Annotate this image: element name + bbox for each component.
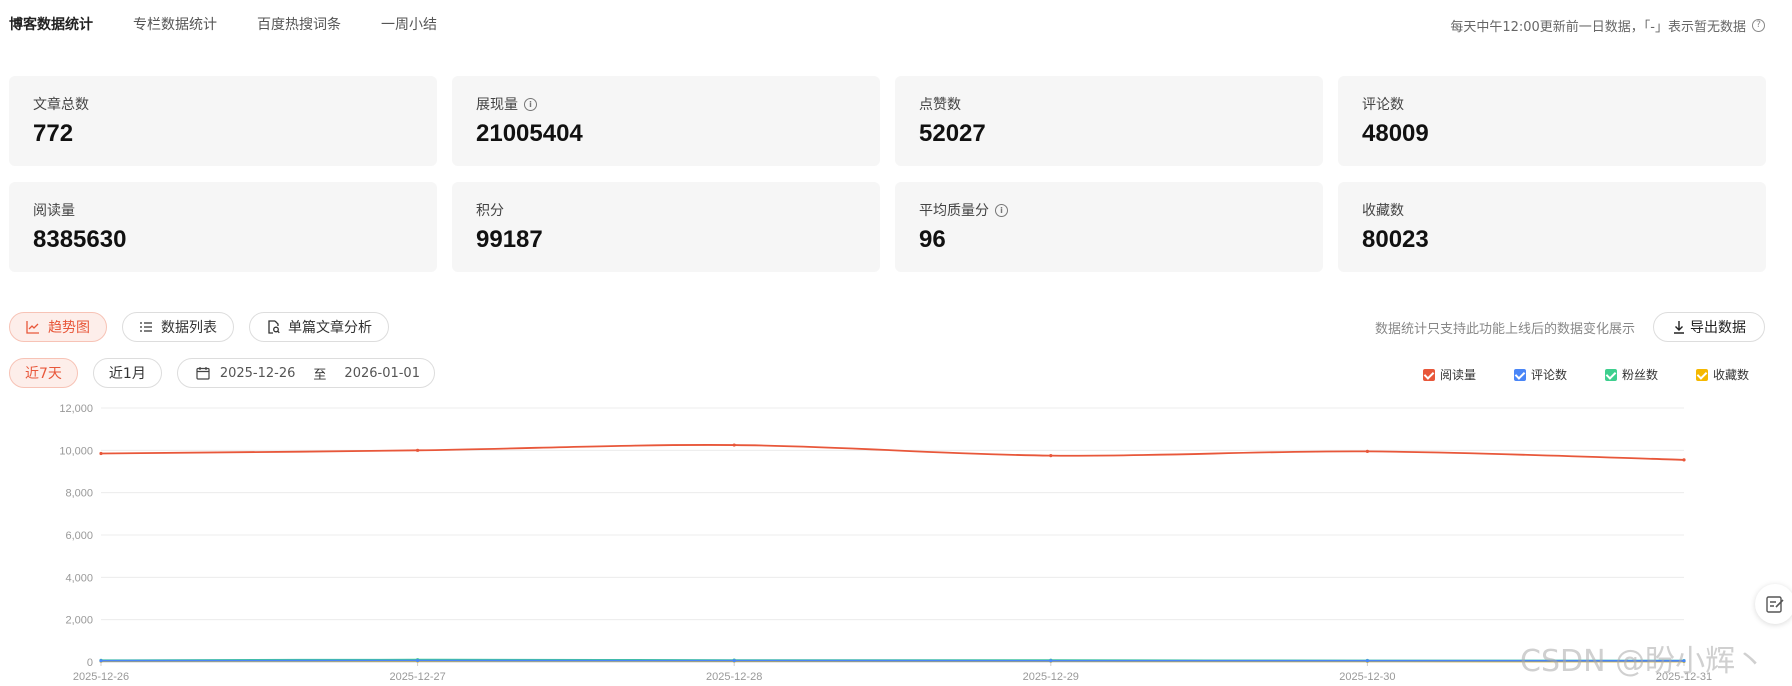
stat-label: 积分 xyxy=(476,203,504,219)
legend-item-favorites[interactable]: 收藏数 xyxy=(1695,366,1749,383)
x-tick-label: 2025-12-26 xyxy=(73,671,129,683)
stat-label: 文章总数 xyxy=(33,97,89,113)
notice-text: 每天中午12:00更新前一日数据，「-」表示暂无数据 xyxy=(1450,20,1746,35)
stat-label: 收藏数 xyxy=(1362,203,1404,219)
x-tick-label: 2025-12-27 xyxy=(389,671,445,683)
stat-card-favorites: 收藏数 80023 xyxy=(1338,182,1766,272)
stat-label: 点赞数 xyxy=(919,97,961,113)
legend-label: 评论数 xyxy=(1530,368,1567,382)
stat-card-impressions: 展现量 i 21005404 xyxy=(452,76,880,166)
legend-item-reads[interactable]: 阅读量 xyxy=(1422,366,1476,383)
date-range-picker[interactable]: 2025-12-26 至 2026-01-01 xyxy=(176,358,435,388)
last-1-month-button[interactable]: 近1月 xyxy=(92,358,162,388)
y-tick-label: 2,000 xyxy=(65,615,93,627)
info-icon[interactable]: i xyxy=(995,203,1008,217)
legend-item-fans[interactable]: 粉丝数 xyxy=(1604,366,1658,383)
info-icon[interactable]: i xyxy=(524,97,537,111)
y-tick-label: 0 xyxy=(87,657,93,669)
y-tick-label: 6,000 xyxy=(65,530,93,542)
calendar-icon xyxy=(196,366,210,380)
tab-column-stats[interactable]: 专栏数据统计 xyxy=(133,14,217,34)
range-selector: 近7天 近1月 2025-12-26 至 2026-01-01 xyxy=(9,358,435,388)
x-tick-label: 2025-12-30 xyxy=(1339,671,1395,683)
download-icon xyxy=(1672,320,1686,334)
data-point xyxy=(1049,659,1053,663)
stat-value: 8385630 xyxy=(33,226,127,253)
stat-value: 772 xyxy=(33,120,74,147)
data-list-button[interactable]: 数据列表 xyxy=(122,312,234,342)
single-article-label: 单篇文章分析 xyxy=(288,320,372,336)
stat-label: 阅读量 xyxy=(33,203,75,219)
checkbox-icon xyxy=(1422,368,1435,381)
data-point xyxy=(1049,454,1053,458)
series-line-0 xyxy=(100,444,1685,461)
end-date[interactable]: 2026-01-01 xyxy=(344,366,420,381)
stat-value: 80023 xyxy=(1362,226,1429,253)
last-7-days-button[interactable]: 近7天 xyxy=(9,358,78,388)
stat-card-articles: 文章总数 772 xyxy=(9,76,437,166)
y-tick-label: 8,000 xyxy=(65,488,93,500)
date-separator: 至 xyxy=(313,367,327,383)
legend-label: 粉丝数 xyxy=(1621,368,1658,382)
checkbox-icon xyxy=(1604,368,1617,381)
x-tick-label: 2025-12-28 xyxy=(706,671,762,683)
edit-note-button[interactable] xyxy=(1755,584,1792,624)
update-notice: 每天中午12:00更新前一日数据，「-」表示暂无数据 ? xyxy=(1450,16,1765,35)
data-point xyxy=(416,448,420,452)
x-tick-label: 2025-12-29 xyxy=(1023,671,1079,683)
line-chart-icon xyxy=(26,320,40,334)
view-toolbar: 趋势图 数据列表 单篇文章分析 xyxy=(9,312,404,342)
stat-value: 52027 xyxy=(919,120,986,147)
tab-baidu-hot[interactable]: 百度热搜词条 xyxy=(257,14,341,34)
stat-card-comments: 评论数 48009 xyxy=(1338,76,1766,166)
stat-value: 96 xyxy=(919,226,946,253)
data-point xyxy=(99,451,103,456)
start-date[interactable]: 2025-12-26 xyxy=(220,366,296,381)
right-tools: 数据统计只支持此功能上线后的数据变化展示 导出数据 xyxy=(1375,312,1765,342)
single-article-button[interactable]: 单篇文章分析 xyxy=(249,312,389,342)
stat-card-quality: 平均质量分 i 96 xyxy=(895,182,1323,272)
stat-label: 平均质量分 xyxy=(919,203,989,219)
chart-legend: 阅读量 评论数 粉丝数 收藏数 xyxy=(1385,366,1749,383)
stat-card-likes: 点赞数 52027 xyxy=(895,76,1323,166)
stat-card-reads: 阅读量 8385630 xyxy=(9,182,437,272)
stat-value: 21005404 xyxy=(476,120,583,147)
stat-value: 99187 xyxy=(476,226,543,253)
trend-chart-label: 趋势图 xyxy=(48,320,90,336)
export-label: 导出数据 xyxy=(1690,320,1746,336)
legend-label: 阅读量 xyxy=(1439,368,1476,382)
list-icon xyxy=(139,320,153,334)
feature-note: 数据统计只支持此功能上线后的数据变化展示 xyxy=(1374,321,1635,337)
stat-cards: 文章总数 772 展现量 i 21005404 点赞数 52027 评论数 480… xyxy=(9,76,1767,272)
help-icon[interactable]: ? xyxy=(1752,19,1765,32)
data-point xyxy=(416,658,420,663)
tab-weekly-summary[interactable]: 一周小结 xyxy=(381,14,437,34)
data-point xyxy=(1365,449,1369,453)
y-tick-label: 10,000 xyxy=(59,445,93,457)
y-tick-label: 4,000 xyxy=(65,572,93,584)
data-point xyxy=(732,659,736,663)
data-point xyxy=(1365,659,1369,663)
export-button[interactable]: 导出数据 xyxy=(1653,312,1765,342)
legend-label: 收藏数 xyxy=(1712,368,1749,382)
document-search-icon xyxy=(266,320,280,334)
data-point xyxy=(99,659,103,663)
checkbox-icon xyxy=(1695,368,1708,381)
top-tabs: 博客数据统计 专栏数据统计 百度热搜词条 一周小结 xyxy=(9,14,477,34)
trend-chart-button[interactable]: 趋势图 xyxy=(9,312,107,342)
checkbox-icon xyxy=(1513,368,1526,381)
edit-note-icon xyxy=(1765,594,1785,614)
stat-value: 48009 xyxy=(1362,120,1429,147)
watermark: CSDN @盼小辉丶 xyxy=(1520,644,1766,679)
legend-item-comments[interactable]: 评论数 xyxy=(1513,366,1567,383)
data-point xyxy=(732,443,736,447)
tab-blog-stats[interactable]: 博客数据统计 xyxy=(9,14,93,34)
stat-card-points: 积分 99187 xyxy=(452,182,880,272)
data-list-label: 数据列表 xyxy=(161,320,217,336)
y-tick-label: 12,000 xyxy=(59,403,93,415)
stat-label: 展现量 xyxy=(476,97,518,113)
data-point xyxy=(1682,458,1686,462)
stat-label: 评论数 xyxy=(1362,97,1404,113)
